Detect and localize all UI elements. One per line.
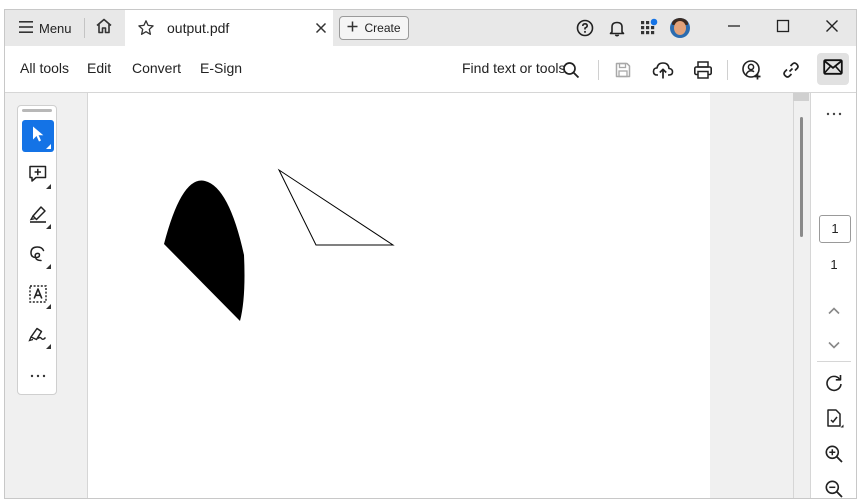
save-icon[interactable]	[610, 57, 636, 83]
divider	[727, 60, 728, 80]
avatar[interactable]	[670, 18, 690, 38]
freehand-icon	[28, 244, 48, 269]
main-toolbar: All tools Edit Convert E-Sign Find text …	[5, 46, 856, 93]
star-icon[interactable]	[135, 17, 157, 39]
select-tool[interactable]	[22, 120, 54, 152]
menu-e-sign[interactable]: E-Sign	[200, 60, 242, 76]
search-icon[interactable]	[558, 57, 584, 83]
home-icon	[95, 17, 113, 40]
cloud-upload-icon[interactable]	[650, 57, 676, 83]
highlight-tool[interactable]	[22, 200, 54, 232]
right-navigation-rail: 1 1	[810, 93, 856, 498]
page-drawing	[164, 168, 395, 321]
scroll-up-arrow[interactable]	[793, 93, 809, 101]
close-icon[interactable]	[311, 18, 331, 38]
page-number-input[interactable]: 1	[819, 215, 851, 243]
zoom-in-icon[interactable]	[822, 442, 846, 466]
email-icon	[823, 58, 843, 80]
zoom-out-icon[interactable]	[822, 477, 846, 498]
chevron-down-icon[interactable]	[822, 333, 846, 357]
document-tab[interactable]: output.pdf	[125, 10, 333, 46]
title-bar: Menu output.pdf Create	[5, 10, 856, 46]
draw-tool[interactable]	[22, 240, 54, 272]
minimize-button[interactable]	[711, 14, 757, 42]
menu-button[interactable]: Menu	[11, 14, 80, 42]
minimize-icon	[727, 19, 741, 38]
menu-edit[interactable]: Edit	[87, 60, 111, 76]
link-icon[interactable]	[778, 57, 804, 83]
add-comment-tool[interactable]	[22, 160, 54, 192]
more-horizontal-icon	[30, 365, 46, 383]
apps-grid-icon[interactable]	[637, 16, 661, 40]
document-page[interactable]	[88, 93, 710, 498]
divider	[598, 60, 599, 80]
comment-plus-icon	[28, 164, 48, 189]
create-button[interactable]: Create	[339, 16, 409, 40]
cursor-icon	[31, 125, 45, 148]
find-text-or-tools[interactable]: Find text or tools	[462, 60, 566, 76]
help-icon[interactable]	[573, 16, 597, 40]
text-box-icon	[28, 284, 48, 309]
sign-tool[interactable]	[22, 320, 54, 352]
app-window: Menu output.pdf Create All tools Edit Co…	[4, 9, 857, 499]
print-icon[interactable]	[690, 57, 716, 83]
left-tools-panel	[5, 93, 88, 498]
quick-tools	[17, 105, 57, 395]
more-options-icon[interactable]	[811, 103, 856, 121]
hamburger-icon	[19, 20, 33, 36]
home-button[interactable]	[90, 14, 118, 42]
bell-icon[interactable]	[605, 16, 629, 40]
page-total: 1	[830, 257, 838, 272]
plus-icon	[347, 21, 358, 35]
maximize-button[interactable]	[760, 14, 806, 42]
menu-all-tools[interactable]: All tools	[20, 60, 69, 76]
text-box-tool[interactable]	[22, 280, 54, 312]
filled-shape	[164, 180, 245, 321]
menu-convert[interactable]: Convert	[132, 60, 181, 76]
page-fit-icon[interactable]	[822, 406, 846, 430]
divider	[84, 18, 85, 38]
chevron-up-icon[interactable]	[822, 299, 846, 323]
window-close-button[interactable]	[809, 14, 855, 42]
maximize-icon	[776, 19, 790, 38]
drag-handle[interactable]	[22, 109, 52, 112]
menu-label: Menu	[39, 20, 72, 36]
triangle-outline	[277, 168, 395, 246]
close-icon	[825, 19, 839, 38]
email-button[interactable]	[817, 53, 849, 85]
scrollbar-thumb[interactable]	[800, 117, 803, 237]
create-label: Create	[364, 21, 401, 35]
more-tools-button[interactable]	[22, 358, 54, 390]
share-user-icon[interactable]	[739, 57, 765, 83]
divider	[817, 361, 851, 362]
highlighter-icon	[28, 204, 48, 229]
rotate-icon[interactable]	[822, 371, 846, 395]
tab-title: output.pdf	[167, 20, 230, 36]
